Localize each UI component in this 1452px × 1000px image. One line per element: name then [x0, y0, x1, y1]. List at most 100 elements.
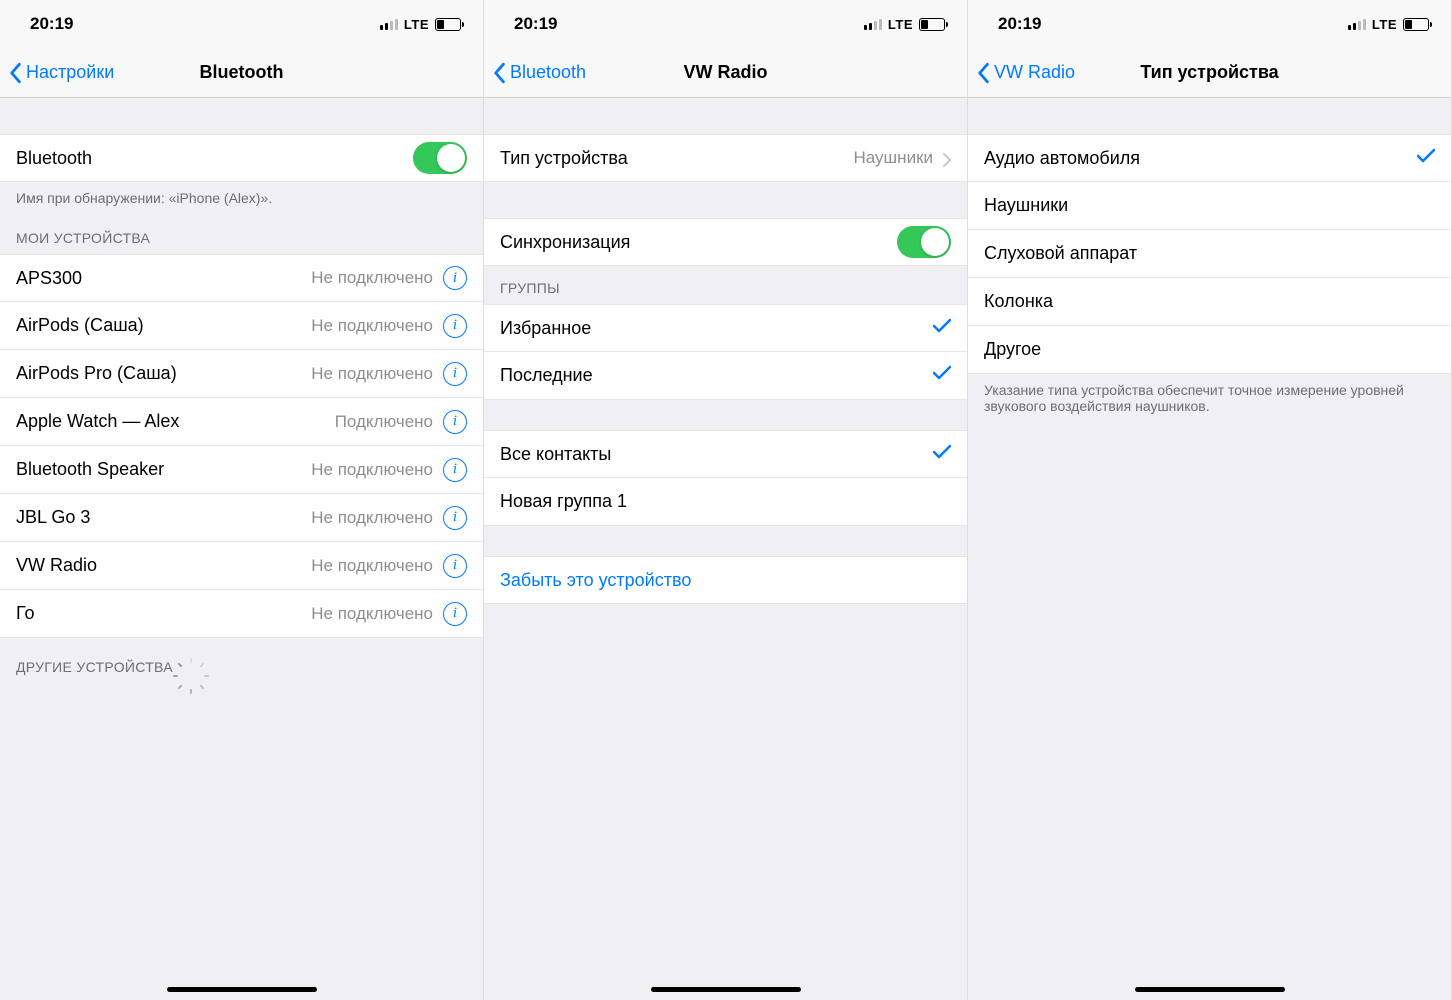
sync-row[interactable]: Синхронизация — [484, 218, 967, 266]
chevron-left-icon — [492, 62, 506, 84]
type-option-row[interactable]: Наушники — [968, 182, 1451, 230]
status-bar: 20:19 LTE — [484, 0, 967, 48]
info-icon[interactable]: i — [443, 362, 467, 386]
device-type-row[interactable]: Тип устройства Наушники — [484, 134, 967, 182]
battery-icon — [435, 18, 461, 31]
chevron-left-icon — [976, 62, 990, 84]
back-label: Настройки — [26, 62, 114, 83]
type-option-row[interactable]: Колонка — [968, 278, 1451, 326]
device-name: AirPods Pro (Саша) — [16, 363, 311, 384]
device-name: Bluetooth Speaker — [16, 459, 311, 480]
group-name: Все контакты — [500, 444, 929, 465]
my-devices-header: МОИ УСТРОЙСТВА — [0, 210, 483, 254]
back-button[interactable]: Настройки — [0, 62, 114, 84]
device-row[interactable]: ГоНе подключено i — [0, 590, 483, 638]
group-row[interactable]: Все контакты — [484, 430, 967, 478]
info-icon[interactable]: i — [443, 266, 467, 290]
bluetooth-toggle-row[interactable]: Bluetooth — [0, 134, 483, 182]
content: Bluetooth Имя при обнаружении: «iPhone (… — [0, 98, 483, 1000]
battery-icon — [1403, 18, 1429, 31]
device-row[interactable]: JBL Go 3Не подключеноi — [0, 494, 483, 542]
device-type-label: Тип устройства — [500, 148, 854, 169]
device-status: Не подключено — [311, 268, 433, 288]
info-icon[interactable]: i — [443, 602, 467, 626]
type-options-list: Аудио автомобиля Наушники Слуховой аппарат… — [968, 134, 1451, 374]
group-name: Новая группа 1 — [500, 491, 951, 512]
device-status: Не подключено — [311, 604, 433, 624]
info-icon[interactable]: i — [443, 410, 467, 434]
chevron-left-icon — [8, 62, 22, 84]
other-devices-header: ДРУГИЕ УСТРОЙСТВА — [0, 638, 483, 684]
device-name: APS300 — [16, 268, 311, 289]
info-icon[interactable]: i — [443, 506, 467, 530]
home-indicator — [167, 987, 317, 992]
device-status: Не подключено — [311, 460, 433, 480]
device-type-value: Наушники — [854, 148, 934, 168]
device-row[interactable]: AirPods (Саша)Не подключено i — [0, 302, 483, 350]
device-name: JBL Go 3 — [16, 507, 311, 528]
signal-icon — [1348, 19, 1366, 30]
network-label: LTE — [1372, 17, 1397, 32]
type-option-row[interactable]: Слуховой аппарат — [968, 230, 1451, 278]
back-label: VW Radio — [994, 62, 1075, 83]
content: Аудио автомобиля Наушники Слуховой аппарат… — [968, 98, 1451, 1000]
status-time: 20:19 — [514, 14, 557, 34]
device-name: Го — [16, 603, 311, 624]
nav-bar: Bluetooth VW Radio — [484, 48, 967, 98]
status-right: LTE — [1348, 17, 1429, 32]
devices-list: APS300Не подключеноiAirPods (Саша)Не под… — [0, 254, 483, 638]
back-button[interactable]: VW Radio — [968, 62, 1075, 84]
bluetooth-toggle[interactable] — [413, 142, 467, 174]
forget-device-row[interactable]: Забыть это устройство — [484, 556, 967, 604]
device-row[interactable]: AirPods Pro (Саша)Не подключено i — [0, 350, 483, 398]
chevron-right-icon — [943, 151, 951, 165]
info-icon[interactable]: i — [443, 314, 467, 338]
option-name: Другое — [984, 339, 1435, 360]
discoverable-footer: Имя при обнаружении: «iPhone (Alex)». — [0, 182, 483, 210]
groups-list-2: Все контакты Новая группа 1 — [484, 430, 967, 526]
device-row[interactable]: Bluetooth SpeakerНе подключено i — [0, 446, 483, 494]
forget-label: Забыть это устройство — [500, 570, 951, 591]
device-row[interactable]: APS300Не подключено i — [0, 254, 483, 302]
home-indicator — [651, 987, 801, 992]
info-icon[interactable]: i — [443, 458, 467, 482]
device-status: Не подключено — [311, 364, 433, 384]
check-icon — [1413, 147, 1435, 170]
signal-icon — [864, 19, 882, 30]
sync-toggle[interactable] — [897, 226, 951, 258]
network-label: LTE — [404, 17, 429, 32]
nav-bar: Настройки Bluetooth — [0, 48, 483, 98]
type-footer: Указание типа устройства обеспечит точно… — [968, 374, 1451, 418]
spinner-icon — [181, 658, 199, 676]
device-row[interactable]: Apple Watch — AlexПодключеноi — [0, 398, 483, 446]
content: Тип устройства Наушники Синхронизация ГР… — [484, 98, 967, 1000]
option-name: Колонка — [984, 291, 1435, 312]
check-icon — [929, 443, 951, 466]
check-icon — [929, 364, 951, 387]
check-icon — [929, 317, 951, 340]
info-icon[interactable]: i — [443, 554, 467, 578]
device-name: VW Radio — [16, 555, 311, 576]
group-name: Последние — [500, 365, 929, 386]
type-option-row[interactable]: Другое — [968, 326, 1451, 374]
device-row[interactable]: VW RadioНе подключено i — [0, 542, 483, 590]
status-right: LTE — [864, 17, 945, 32]
group-row[interactable]: Новая группа 1 — [484, 478, 967, 526]
device-name: AirPods (Саша) — [16, 315, 311, 336]
device-status: Не подключено — [311, 556, 433, 576]
option-name: Слуховой аппарат — [984, 243, 1435, 264]
status-time: 20:19 — [30, 14, 73, 34]
status-bar: 20:19 LTE — [968, 0, 1451, 48]
group-name: Избранное — [500, 318, 929, 339]
group-row[interactable]: Избранное — [484, 304, 967, 352]
device-status: Подключено — [335, 412, 433, 432]
status-time: 20:19 — [998, 14, 1041, 34]
option-name: Аудио автомобиля — [984, 148, 1413, 169]
screen-device-detail: 20:19 LTE Bluetooth VW Radio Тип устройс… — [484, 0, 968, 1000]
back-button[interactable]: Bluetooth — [484, 62, 586, 84]
type-option-row[interactable]: Аудио автомобиля — [968, 134, 1451, 182]
device-status: Не подключено — [311, 316, 433, 336]
group-row[interactable]: Последние — [484, 352, 967, 400]
home-indicator — [1135, 987, 1285, 992]
status-bar: 20:19 LTE — [0, 0, 483, 48]
